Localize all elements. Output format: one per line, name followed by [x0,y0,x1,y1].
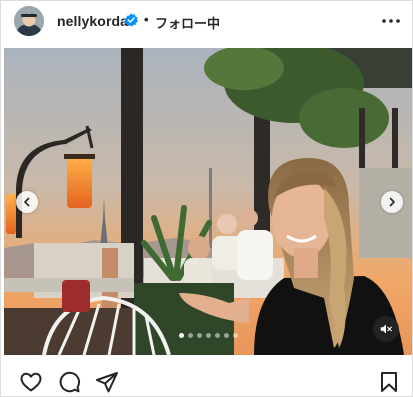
carousel-dot [178,333,184,338]
video-frame [4,48,412,355]
post-media-video[interactable] [4,48,412,355]
carousel-next-button[interactable] [381,191,403,213]
carousel-dot [232,333,238,338]
carousel-dot [196,333,202,338]
header-separator: • [144,12,149,27]
post-action-bar [1,361,412,397]
post-header: nellykorda • フォロー中 [1,1,412,46]
username[interactable]: nellykorda [57,13,128,29]
avatar-image [14,6,44,36]
avatar[interactable] [14,6,44,36]
chevron-left-icon [24,197,30,207]
carousel-dot [214,333,220,338]
comment-bubble-icon[interactable] [57,370,81,394]
carousel-prev-button[interactable] [16,191,38,213]
carousel-dot [223,333,229,338]
bookmark-icon[interactable] [377,370,401,394]
mute-toggle-button[interactable] [373,316,399,342]
carousel-indicator [4,333,412,338]
paper-plane-icon[interactable] [95,370,119,394]
more-options-icon[interactable] [379,11,403,31]
following-button[interactable]: フォロー中 [155,13,220,32]
carousel-dot [205,333,211,338]
heart-icon[interactable] [19,370,43,394]
instagram-post: nellykorda • フォロー中 [0,0,413,397]
carousel-dot [187,333,193,338]
verified-badge-icon [124,13,138,27]
speaker-muted-icon [380,324,392,334]
chevron-right-icon [389,197,395,207]
